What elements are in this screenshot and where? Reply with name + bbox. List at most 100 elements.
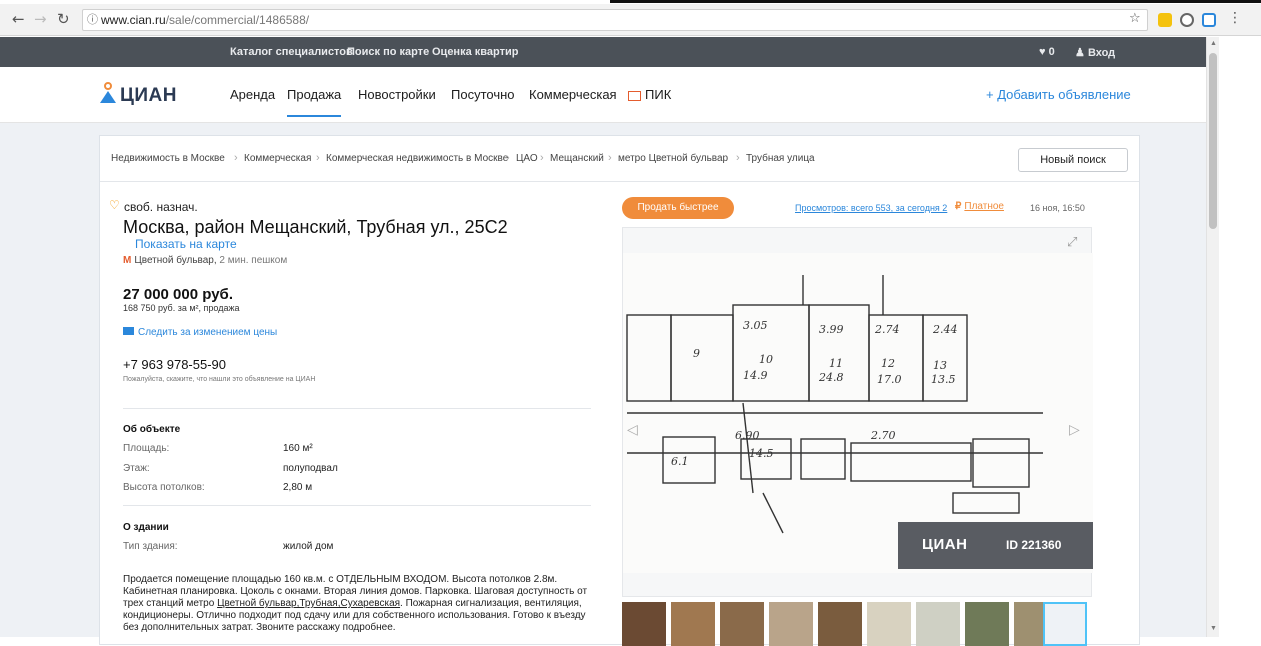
link-map-search[interactable]: Поиск по карте <box>347 46 429 58</box>
favorites-counter[interactable]: ♥ 0 <box>1039 46 1055 58</box>
page-body: Недвижимость в Москве › Коммерческая › К… <box>0 123 1206 646</box>
crumb-metro[interactable]: метро Цветной бульвар <box>618 153 728 164</box>
crumb-separator: › <box>316 152 320 164</box>
nav-daily[interactable]: Посуточно <box>451 87 515 102</box>
pik-icon <box>628 90 641 101</box>
plan-label: 13.5 <box>931 373 956 386</box>
prev-photo-icon[interactable]: ◁ <box>627 421 638 438</box>
nav-commercial[interactable]: Коммерческая <box>529 87 617 102</box>
cian-logo[interactable]: ЦИАН <box>98 81 176 107</box>
crumb-meshchansky[interactable]: Мещанский <box>550 153 604 164</box>
crumb-cao[interactable]: ЦАО <box>516 153 538 164</box>
listing-address: Москва, район Мещанский, Трубная ул., 25… <box>123 217 508 237</box>
page-scrollbar[interactable]: ▲ ▼ <box>1206 37 1219 637</box>
floor-plan-image[interactable]: 3.05 3.99 2.74 2.44 10 11 12 13 14.9 24.… <box>623 253 1093 573</box>
property-purpose: своб. назнач. <box>124 200 198 214</box>
plan-label: 6.1 <box>671 455 689 468</box>
thumbnail[interactable] <box>671 602 715 646</box>
scrollbar-thumb[interactable] <box>1209 53 1217 229</box>
crumb-separator: › <box>506 152 510 164</box>
plan-label: 10 <box>759 353 773 366</box>
main-nav: ЦИАН Аренда Продажа Новостройки Посуточн… <box>0 67 1206 123</box>
description-metro-links[interactable]: Цветной бульвар,Трубная,Сухаревская <box>217 598 400 609</box>
nav-pik[interactable]: ПИК <box>628 87 671 102</box>
metro-station[interactable]: Цветной бульвар, <box>134 255 216 266</box>
divider <box>123 505 591 506</box>
url-path: /sale/commercial/1486588/ <box>165 13 310 27</box>
favorite-heart-icon[interactable]: ♡ <box>109 198 120 212</box>
thumbnail[interactable] <box>965 602 1009 646</box>
views-counter[interactable]: Просмотров: всего 553, за сегодня 2 <box>795 203 947 213</box>
photo-gallery[interactable]: ⤢ 3.05 3.99 2.74 2.44 10 11 12 13 14.9 2… <box>622 227 1093 597</box>
crumb-street[interactable]: Трубная улица <box>746 153 815 164</box>
scroll-up-icon[interactable]: ▲ <box>1210 40 1217 47</box>
thumbnail[interactable] <box>867 602 911 646</box>
watermark-logo: ЦИАН <box>922 536 968 553</box>
listing-card: Недвижимость в Москве › Коммерческая › К… <box>99 135 1140 646</box>
nav-pik-label: ПИК <box>645 87 672 102</box>
crumb-commercial-moscow[interactable]: Коммерческая недвижимость в Москве <box>326 153 508 164</box>
plan-label: 2.44 <box>932 323 958 336</box>
login-link[interactable]: ♟ Вход <box>1075 46 1115 59</box>
listing-date: 16 ноя, 16:50 <box>1030 203 1085 213</box>
new-search-button[interactable]: Новый поиск <box>1018 148 1128 172</box>
thumbnail[interactable] <box>818 602 862 646</box>
forward-icon[interactable]: → <box>34 10 47 28</box>
scroll-down-icon[interactable]: ▼ <box>1210 625 1217 632</box>
crumb-moscow[interactable]: Недвижимость в Москве <box>111 153 225 164</box>
reload-icon[interactable]: ↻ <box>57 10 70 28</box>
about-object-title: Об объекте <box>123 424 181 435</box>
favorites-count: 0 <box>1048 46 1055 58</box>
thumbnail[interactable] <box>769 602 813 646</box>
plan-label: 2.74 <box>874 323 900 336</box>
extension-circle-icon[interactable] <box>1180 13 1194 27</box>
param-value: 2,80 м <box>283 482 313 493</box>
extension-yellow-icon[interactable] <box>1158 13 1172 27</box>
ruble-icon: ₽ <box>955 201 962 212</box>
add-listing-link[interactable]: + Добавить объявление <box>986 87 1131 102</box>
param-value: жилой дом <box>283 541 334 552</box>
price-per-meter: 168 750 руб. за м², продажа <box>123 303 240 313</box>
crumb-separator: › <box>736 152 740 164</box>
show-on-map-link[interactable]: Показать на карте <box>135 237 237 251</box>
link-valuation[interactable]: Оценка квартир <box>432 46 518 58</box>
info-icon[interactable]: ⓘ <box>87 10 98 30</box>
crumb-separator: › <box>234 152 238 164</box>
breadcrumb: Недвижимость в Москве › Коммерческая › К… <box>100 136 1139 182</box>
thumbnail-strip <box>622 602 1092 646</box>
thumbnail[interactable] <box>916 602 960 646</box>
bookmark-star-icon[interactable]: ☆ <box>1129 11 1141 26</box>
watermark-id: ID 221360 <box>1006 538 1062 552</box>
extension-square-icon[interactable] <box>1202 13 1216 27</box>
sell-faster-button[interactable]: Продать быстрее <box>622 197 734 219</box>
watch-price-link[interactable]: Следить за изменением цены <box>123 327 277 338</box>
link-specialists[interactable]: Каталог специалистов <box>230 46 353 58</box>
fullscreen-icon[interactable]: ⤢ <box>1067 234 1077 250</box>
phone-number[interactable]: +7 963 978-55-90 <box>123 357 226 372</box>
nav-newbuildings[interactable]: Новостройки <box>358 87 436 102</box>
address-bar[interactable]: ⓘ www.cian.ru/sale/commercial/1486588/ <box>82 9 1148 31</box>
listing-price: 27 000 000 руб. <box>123 286 233 303</box>
param-value: полуподвал <box>283 463 338 474</box>
watch-price-label: Следить за изменением цены <box>138 327 278 338</box>
url-host: www.cian.ru <box>101 13 166 27</box>
metro-info: М Цветной бульвар, 2 мин. пешком <box>123 255 287 266</box>
heart-icon: ♥ <box>1039 46 1046 58</box>
thumbnail-active[interactable] <box>1043 602 1087 646</box>
plan-label: 2.70 <box>870 429 896 442</box>
param-label: Этаж: <box>123 463 150 474</box>
cian-top-bar: Каталог специалистов Поиск по карте Оцен… <box>0 37 1206 67</box>
paid-badge[interactable]: ₽ Платное <box>955 201 1004 212</box>
cian-logo-icon <box>100 82 116 103</box>
back-icon[interactable]: ← <box>12 10 25 28</box>
thumbnail[interactable] <box>622 602 666 646</box>
nav-sale[interactable]: Продажа <box>287 87 342 117</box>
thumbnail[interactable] <box>720 602 764 646</box>
crumb-commercial[interactable]: Коммерческая <box>244 153 311 164</box>
about-building-title: О здании <box>123 522 169 533</box>
plan-label: 6.90 <box>735 429 760 442</box>
next-photo-icon[interactable]: ▷ <box>1069 421 1080 438</box>
nav-rent[interactable]: Аренда <box>230 87 275 102</box>
phone-note: Пожалуйста, скажите, что нашли это объяв… <box>123 376 316 383</box>
menu-icon[interactable]: ⋮ <box>1228 10 1242 26</box>
